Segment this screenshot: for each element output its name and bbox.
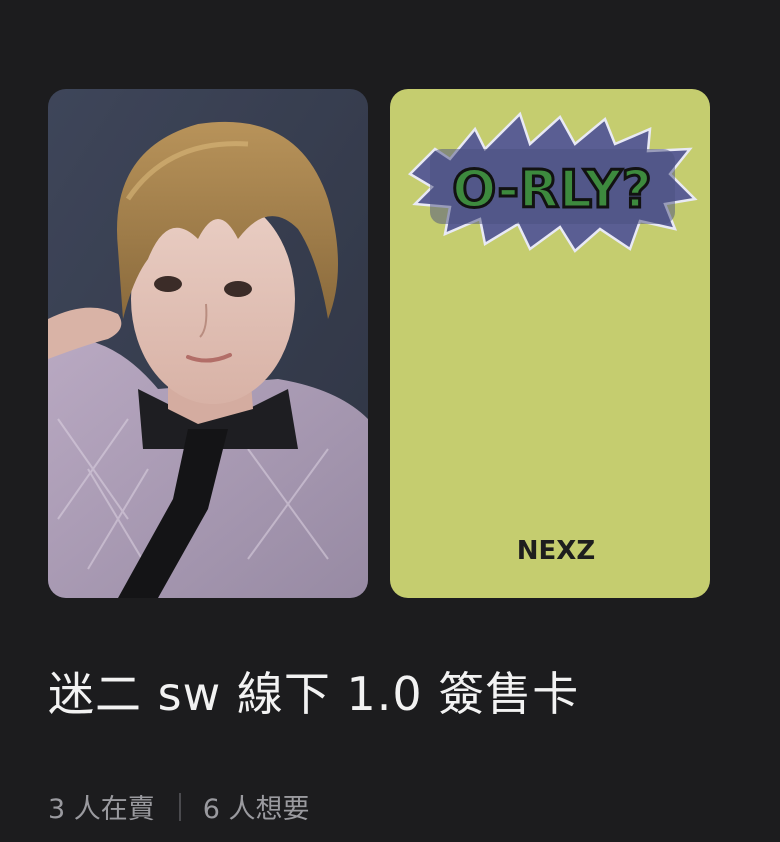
card-back-artwork: O-RLY? NEXZ bbox=[407, 111, 698, 566]
listing-page: O-RLY? NEXZ 迷二 sw 線下 1.0 簽售卡 3 人在賣 6 人想要 bbox=[0, 0, 780, 842]
album-logo: O-RLY? bbox=[452, 160, 652, 220]
listing-stats: 3 人在賣 6 人想要 bbox=[48, 787, 310, 826]
wanting-count[interactable]: 6 人想要 bbox=[203, 787, 310, 826]
selling-count[interactable]: 3 人在賣 bbox=[48, 787, 155, 826]
stats-divider bbox=[178, 792, 181, 821]
listing-title: 迷二 sw 線下 1.0 簽售卡 bbox=[48, 667, 580, 721]
photocard-back-image[interactable]: O-RLY? NEXZ bbox=[390, 89, 710, 598]
group-logo: NEXZ bbox=[517, 536, 595, 566]
portrait-photo bbox=[48, 89, 368, 598]
photocard-front-image[interactable] bbox=[48, 89, 368, 598]
